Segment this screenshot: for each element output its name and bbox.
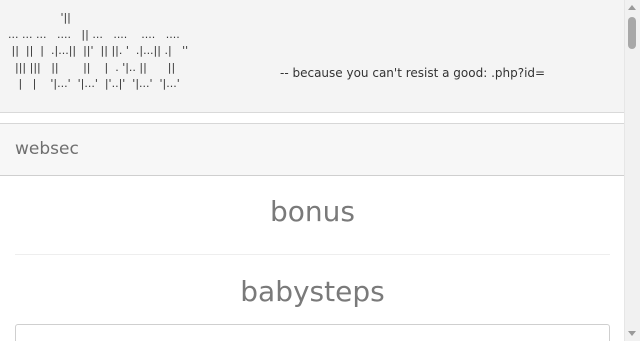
ascii-banner: '|| ... ... ... .... || ... .... .... ..… (0, 0, 625, 113)
navbar: websec (0, 123, 625, 176)
scroll-up-arrow-icon[interactable] (628, 5, 636, 10)
brand-link[interactable]: websec (15, 139, 79, 159)
section-title-babysteps[interactable]: babysteps (0, 275, 625, 308)
ascii-art-logo: '|| ... ... ... .... || ... .... .... ..… (8, 11, 189, 90)
tagline: -- because you can't resist a good: .php… (280, 66, 546, 80)
vertical-scrollbar[interactable] (624, 0, 640, 341)
level-panel (15, 324, 610, 341)
section-title-bonus[interactable]: bonus (0, 195, 625, 228)
section-divider (15, 254, 610, 255)
scroll-down-arrow-icon[interactable] (628, 331, 636, 336)
scroll-thumb[interactable] (628, 17, 636, 49)
page: '|| ... ... ... .... || ... .... .... ..… (0, 0, 625, 341)
